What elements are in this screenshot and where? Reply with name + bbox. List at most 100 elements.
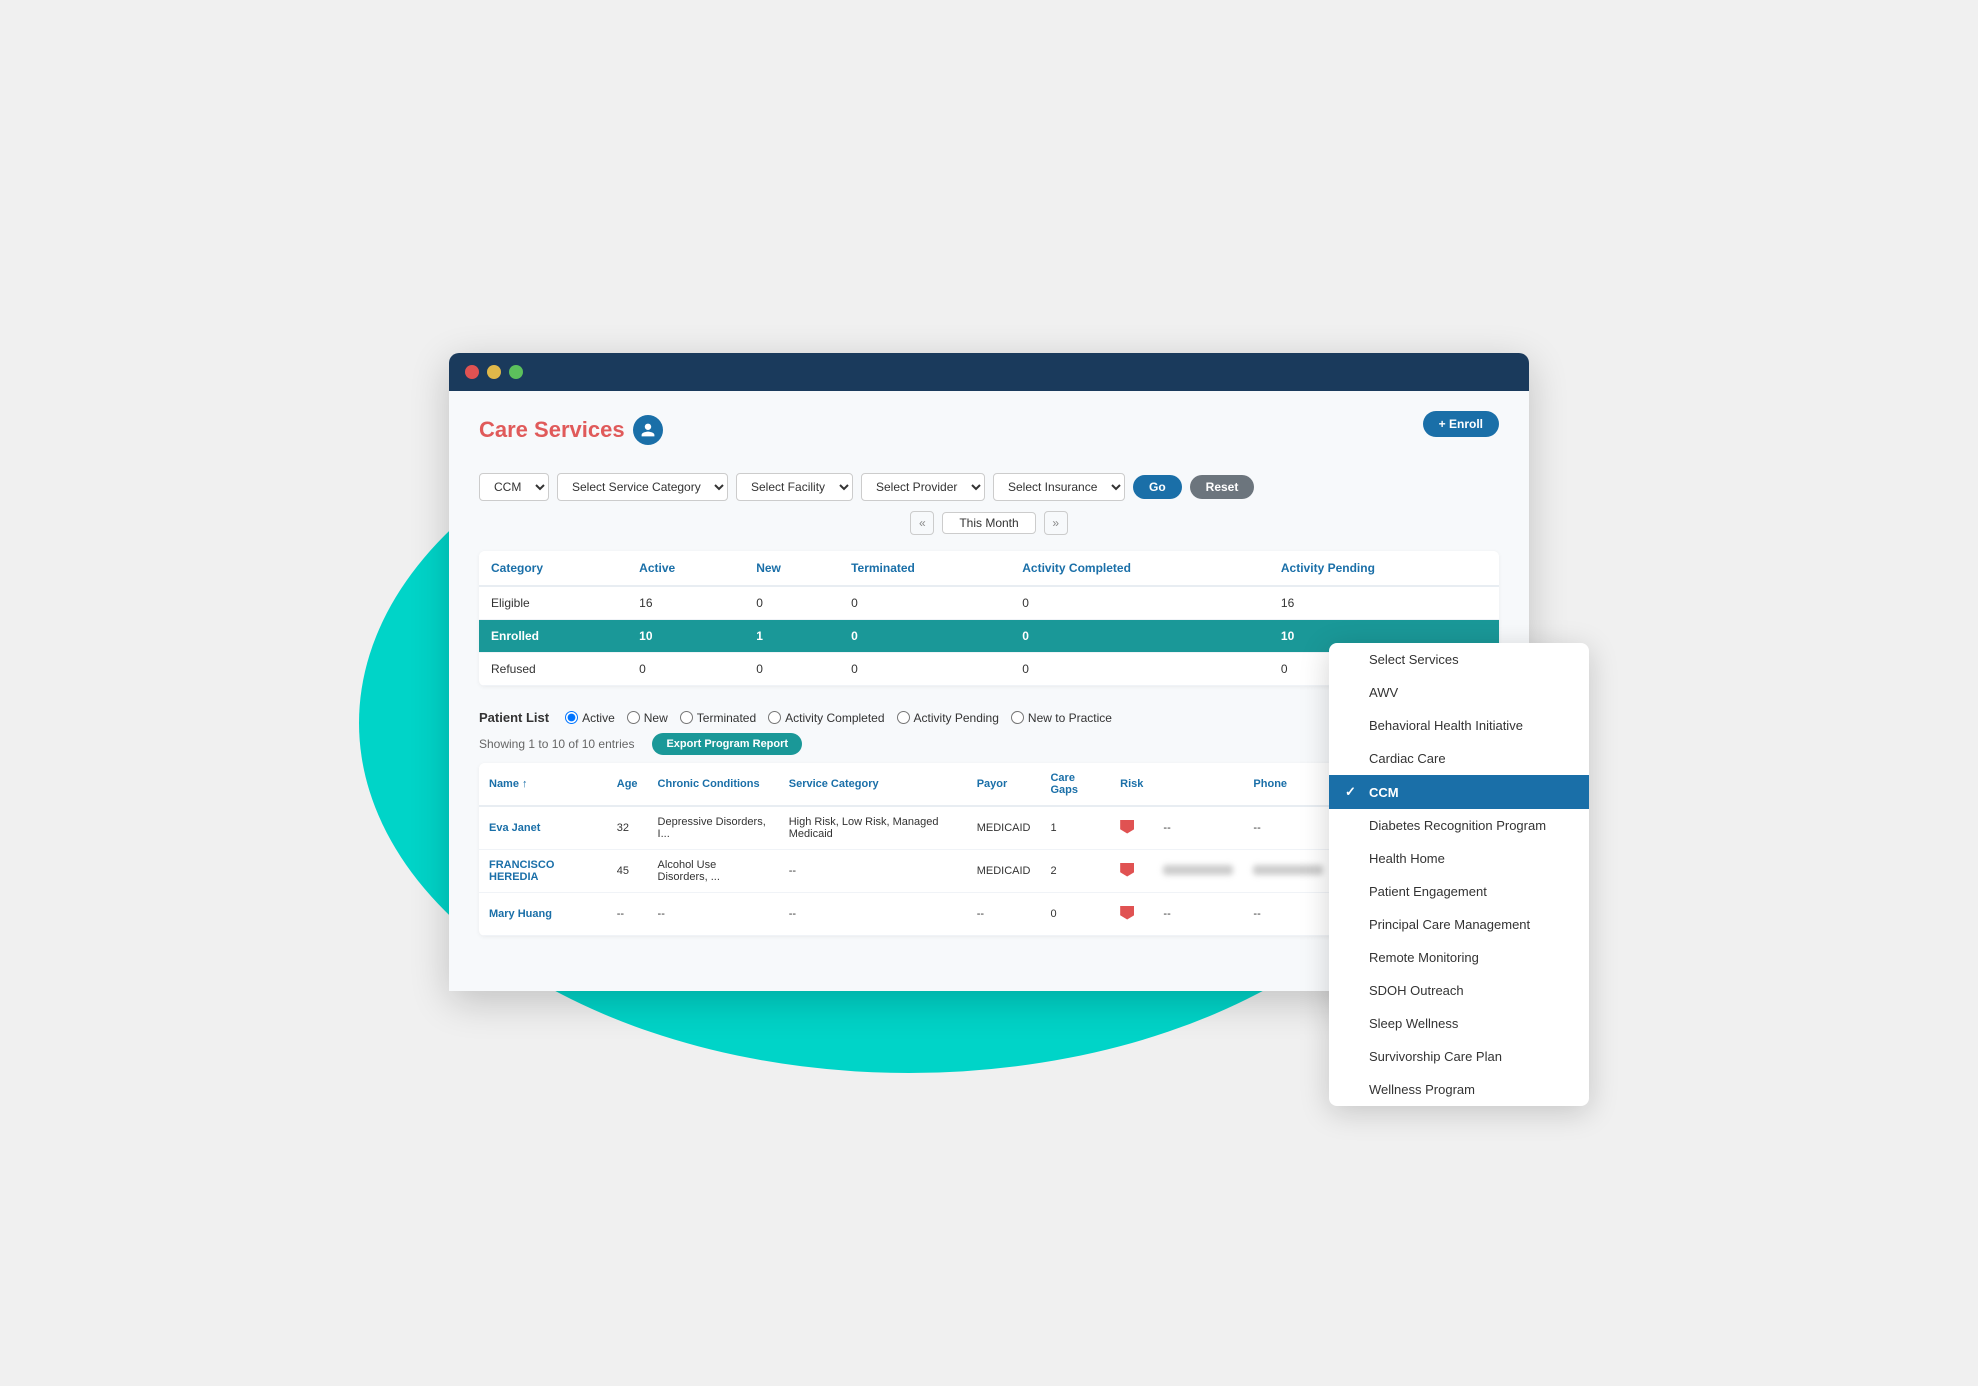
dropdown-item-cardiac[interactable]: Cardiac Care bbox=[1329, 742, 1589, 775]
services-dropdown[interactable]: Select Services AWV Behavioral Health In… bbox=[1329, 643, 1589, 1106]
enrolled-completed: 0 bbox=[1010, 620, 1269, 653]
patient-name-1[interactable]: Eva Janet bbox=[479, 806, 607, 850]
eligible-completed: 0 bbox=[1010, 586, 1269, 620]
check-ccm: ✓ bbox=[1345, 784, 1361, 800]
patient-service-2: -- bbox=[779, 850, 967, 893]
patient-payor-1: MEDICAID bbox=[967, 806, 1041, 850]
th-risk2 bbox=[1153, 763, 1243, 806]
dropdown-label-health-home: Health Home bbox=[1369, 851, 1445, 866]
col-terminated: Terminated bbox=[839, 551, 1010, 586]
enrolled-active: 10 bbox=[627, 620, 744, 653]
dropdown-item-pcm[interactable]: Principal Care Management bbox=[1329, 908, 1589, 941]
patient-name-2[interactable]: FRANCISCO HEREDIA bbox=[479, 850, 607, 893]
th-phone: Phone bbox=[1243, 763, 1333, 806]
export-button[interactable]: Export Program Report bbox=[652, 733, 802, 755]
radio-new[interactable]: New bbox=[627, 711, 668, 725]
header-row: Care Services + Enroll bbox=[479, 415, 1499, 461]
dropdown-label-sdoh: SDOH Outreach bbox=[1369, 983, 1464, 998]
dropdown-item-health-home[interactable]: Health Home bbox=[1329, 842, 1589, 875]
th-payor: Payor bbox=[967, 763, 1041, 806]
page-title: Care Services bbox=[479, 417, 625, 443]
filters-row: CCM Select Service Category Select Facil… bbox=[479, 473, 1499, 501]
radio-activity-completed[interactable]: Activity Completed bbox=[768, 711, 884, 725]
patient-risk-flag-3 bbox=[1110, 893, 1153, 936]
refused-terminated: 0 bbox=[839, 653, 1010, 686]
patient-gaps-3: 0 bbox=[1040, 893, 1110, 936]
patient-age-2: 45 bbox=[607, 850, 648, 893]
enrolled-terminated: 0 bbox=[839, 620, 1010, 653]
patient-name-3[interactable]: Mary Huang bbox=[479, 893, 607, 936]
th-age: Age bbox=[607, 763, 648, 806]
radio-active[interactable]: Active bbox=[565, 711, 615, 725]
page-header: Care Services bbox=[479, 415, 663, 445]
col-activity-completed: Activity Completed bbox=[1010, 551, 1269, 586]
patient-risk2-2 bbox=[1153, 850, 1243, 893]
patient-filter-radios: Active New Terminated Activity Completed… bbox=[565, 711, 1112, 725]
dropdown-item-sdoh[interactable]: SDOH Outreach bbox=[1329, 974, 1589, 1007]
go-button[interactable]: Go bbox=[1133, 475, 1182, 499]
dropdown-label-remote: Remote Monitoring bbox=[1369, 950, 1479, 965]
col-active: Active bbox=[627, 551, 744, 586]
titlebar bbox=[449, 353, 1529, 391]
app-window: Care Services + Enroll CCM Select Servic… bbox=[449, 353, 1529, 991]
patient-risk2-3: -- bbox=[1153, 893, 1243, 936]
facility-select[interactable]: Select Facility bbox=[736, 473, 853, 501]
refused-completed: 0 bbox=[1010, 653, 1269, 686]
refused-new: 0 bbox=[744, 653, 839, 686]
dropdown-label-patient-engagement: Patient Engagement bbox=[1369, 884, 1487, 899]
dropdown-item-survivorship[interactable]: Survivorship Care Plan bbox=[1329, 1040, 1589, 1073]
window-minimize-dot[interactable] bbox=[487, 365, 501, 379]
enrolled-new: 1 bbox=[744, 620, 839, 653]
dropdown-label-awv: AWV bbox=[1369, 685, 1398, 700]
patient-conditions-3: -- bbox=[648, 893, 779, 936]
patient-conditions-2: Alcohol Use Disorders, ... bbox=[648, 850, 779, 893]
eligible-terminated: 0 bbox=[839, 586, 1010, 620]
th-risk: Risk bbox=[1110, 763, 1153, 806]
th-conditions: Chronic Conditions bbox=[648, 763, 779, 806]
radio-activity-pending[interactable]: Activity Pending bbox=[897, 711, 999, 725]
eligible-new: 0 bbox=[744, 586, 839, 620]
radio-new-to-practice[interactable]: New to Practice bbox=[1011, 711, 1112, 725]
provider-select[interactable]: Select Provider bbox=[861, 473, 985, 501]
refused-active: 0 bbox=[627, 653, 744, 686]
service-category-select[interactable]: Select Service Category bbox=[557, 473, 728, 501]
insurance-select[interactable]: Select Insurance bbox=[993, 473, 1125, 501]
patient-risk2-1: -- bbox=[1153, 806, 1243, 850]
window-close-dot[interactable] bbox=[465, 365, 479, 379]
eligible-pending: 16 bbox=[1269, 586, 1499, 620]
dropdown-item-ccm[interactable]: ✓ CCM bbox=[1329, 775, 1589, 809]
patient-age-1: 32 bbox=[607, 806, 648, 850]
radio-terminated[interactable]: Terminated bbox=[680, 711, 756, 725]
dropdown-label-drp: Diabetes Recognition Program bbox=[1369, 818, 1546, 833]
avatar-icon bbox=[633, 415, 663, 445]
dropdown-item-sleep[interactable]: Sleep Wellness bbox=[1329, 1007, 1589, 1040]
dropdown-label-cardiac: Cardiac Care bbox=[1369, 751, 1446, 766]
patient-risk-flag-2 bbox=[1110, 850, 1153, 893]
patient-phone-1: -- bbox=[1243, 806, 1333, 850]
patient-age-3: -- bbox=[607, 893, 648, 936]
prev-month-button[interactable]: « bbox=[910, 511, 934, 535]
dropdown-item-awv[interactable]: AWV bbox=[1329, 676, 1589, 709]
patient-service-1: High Risk, Low Risk, Managed Medicaid bbox=[779, 806, 967, 850]
th-service-cat: Service Category bbox=[779, 763, 967, 806]
enroll-button[interactable]: + Enroll bbox=[1423, 411, 1499, 437]
service-select[interactable]: CCM bbox=[479, 473, 549, 501]
patient-payor-2: MEDICAID bbox=[967, 850, 1041, 893]
enrolled-category: Enrolled bbox=[479, 620, 627, 653]
dropdown-item-bhi[interactable]: Behavioral Health Initiative bbox=[1329, 709, 1589, 742]
dropdown-item-drp[interactable]: Diabetes Recognition Program bbox=[1329, 809, 1589, 842]
dropdown-item-remote[interactable]: Remote Monitoring bbox=[1329, 941, 1589, 974]
dropdown-item-select-services[interactable]: Select Services bbox=[1329, 643, 1589, 676]
th-name: Name ↑ bbox=[479, 763, 607, 806]
dropdown-label-pcm: Principal Care Management bbox=[1369, 917, 1530, 932]
patient-risk-flag-1 bbox=[1110, 806, 1153, 850]
dropdown-item-patient-engagement[interactable]: Patient Engagement bbox=[1329, 875, 1589, 908]
next-month-button[interactable]: » bbox=[1044, 511, 1068, 535]
eligible-active: 16 bbox=[627, 586, 744, 620]
reset-button[interactable]: Reset bbox=[1190, 475, 1255, 499]
patient-gaps-1: 1 bbox=[1040, 806, 1110, 850]
window-maximize-dot[interactable] bbox=[509, 365, 523, 379]
dropdown-label-bhi: Behavioral Health Initiative bbox=[1369, 718, 1523, 733]
col-new: New bbox=[744, 551, 839, 586]
dropdown-item-wellness[interactable]: Wellness Program bbox=[1329, 1073, 1589, 1106]
